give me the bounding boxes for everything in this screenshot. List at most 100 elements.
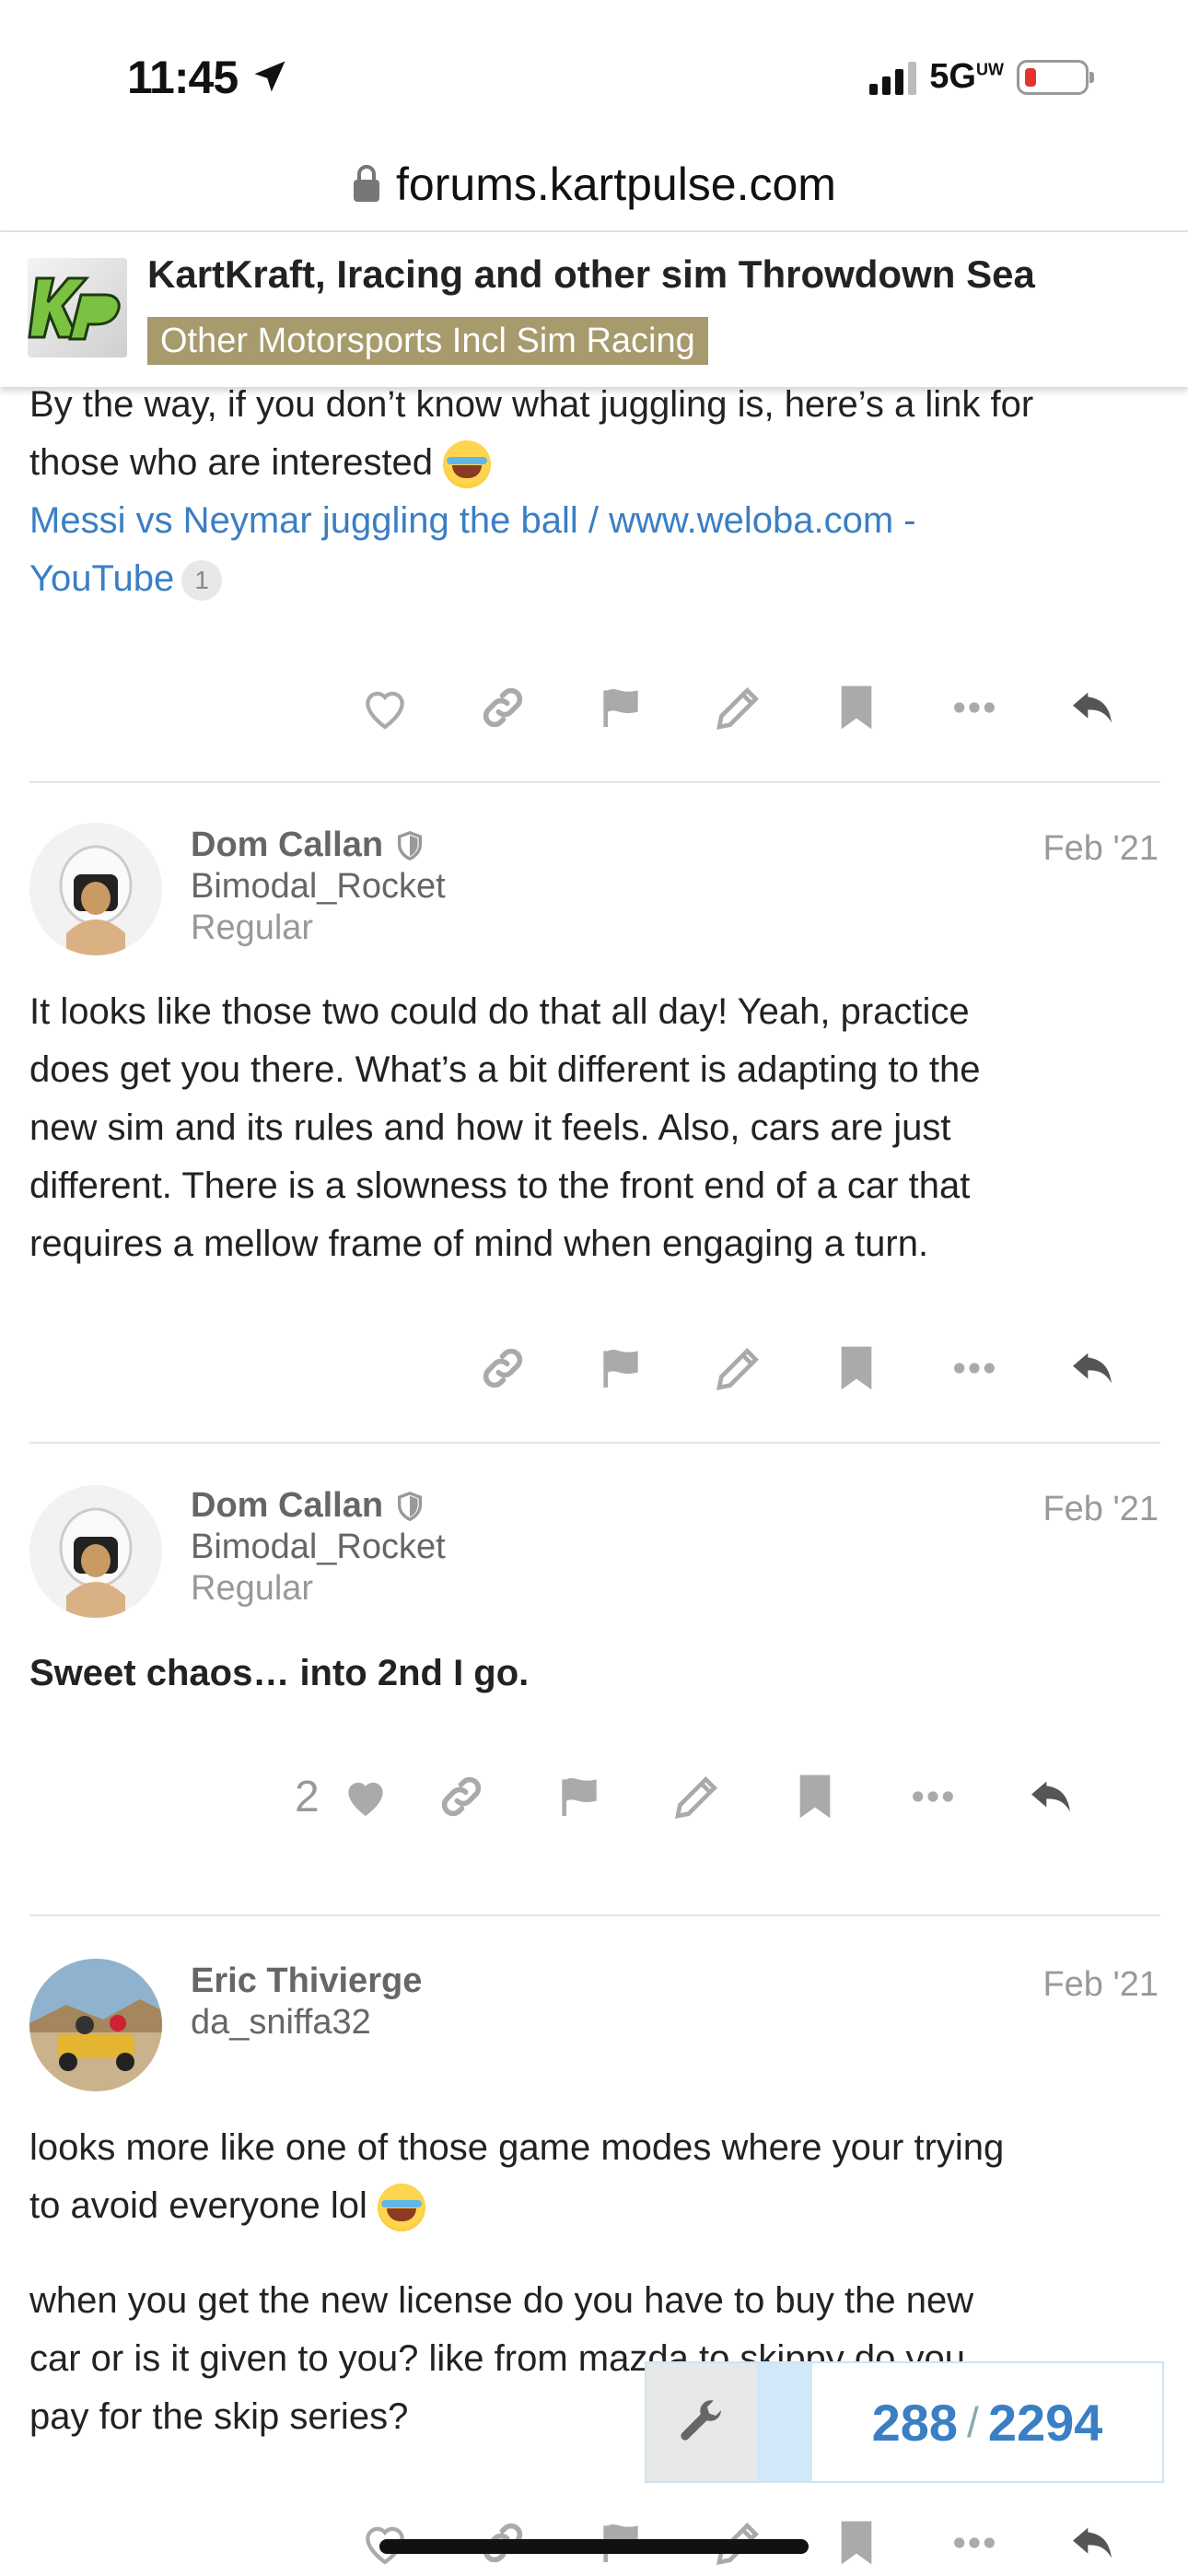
flag-icon <box>603 1349 638 1388</box>
like-button[interactable] <box>329 1760 402 1833</box>
edit-button[interactable] <box>680 1331 798 1405</box>
pencil-icon <box>716 687 759 730</box>
post-author[interactable]: Eric Thivierge <box>191 1961 422 2001</box>
reply-icon <box>1073 2527 1112 2558</box>
bookmark-button[interactable] <box>756 1760 874 1833</box>
bookmark-button[interactable] <box>798 671 915 744</box>
post-divider <box>29 781 1160 783</box>
reply-button[interactable] <box>1033 2510 1151 2576</box>
home-indicator[interactable] <box>379 2539 809 2554</box>
link-click-count: 1 <box>181 560 223 602</box>
post-body: It looks like those two could do that al… <box>29 983 1162 1273</box>
more-button[interactable] <box>874 1760 992 1833</box>
link-icon <box>441 1776 481 1817</box>
wrench-icon <box>681 2400 721 2441</box>
avatar[interactable] <box>29 1959 162 2091</box>
address-bar[interactable]: forums.kartpulse.com <box>0 138 1188 232</box>
post-text-line: different. There is a slowness to the fr… <box>29 1165 971 1206</box>
post-author[interactable]: Dom Callan <box>191 825 425 865</box>
more-button[interactable] <box>915 1331 1033 1405</box>
avatar[interactable] <box>29 823 162 955</box>
flag-icon <box>562 1777 597 1816</box>
progress-total: 2294 <box>987 2393 1103 2452</box>
post-actions <box>444 1331 1151 1405</box>
youtube-link-line2[interactable]: YouTube 1 <box>29 550 1162 608</box>
more-icon <box>954 1363 995 1374</box>
more-icon <box>912 1791 953 1802</box>
avatar-go-kart-icon <box>29 1959 162 2091</box>
heart-icon <box>348 1782 383 1816</box>
user-title: Regular <box>191 1569 314 1608</box>
category-badge[interactable]: Other Motorsports Incl Sim Racing <box>147 317 708 365</box>
shield-icon <box>398 1491 423 1521</box>
post-text-line: requires a mellow frame of mind when eng… <box>29 1224 929 1264</box>
post-text-line: those who are interested <box>29 434 1162 492</box>
post-text-line: It looks like those two could do that al… <box>29 991 970 1032</box>
avatar-dog-helmet-icon <box>29 823 162 955</box>
bookmark-icon <box>841 685 872 730</box>
status-time-text: 11:45 <box>127 52 239 103</box>
copy-link-button[interactable] <box>444 671 562 744</box>
signal-icon <box>869 60 917 95</box>
like-count[interactable]: 2 <box>295 1772 320 1822</box>
more-button[interactable] <box>915 671 1033 744</box>
post-text-line: to avoid everyone lol <box>29 2177 1162 2235</box>
youtube-link[interactable]: Messi vs Neymar juggling the ball / www.… <box>29 492 1162 550</box>
bookmark-icon <box>799 1774 831 1819</box>
like-button[interactable] <box>326 671 444 744</box>
post-text-line: does get you there. What’s a bit differe… <box>29 1049 981 1090</box>
site-logo[interactable] <box>28 258 127 357</box>
url-text: forums.kartpulse.com <box>396 158 836 210</box>
location-arrow-icon <box>254 61 285 92</box>
bookmark-button[interactable] <box>798 2510 915 2576</box>
post-date[interactable]: Feb '21 <box>1042 1490 1159 1529</box>
progress-counter[interactable]: 288 / 2294 <box>812 2363 1162 2481</box>
topic-title[interactable]: KartKraft, Iracing and other sim Throwdo… <box>147 252 1035 297</box>
heart-icon <box>366 691 404 730</box>
topic-progress[interactable]: 288 / 2294 <box>645 2361 1164 2483</box>
more-button[interactable] <box>915 2510 1033 2576</box>
progress-separator: / <box>967 2398 979 2446</box>
reply-button[interactable] <box>1033 671 1151 744</box>
post-divider <box>29 1914 1160 1916</box>
more-icon <box>954 2537 995 2548</box>
reply-icon <box>1031 1781 1070 1812</box>
copy-link-button[interactable] <box>402 1760 520 1833</box>
edit-button[interactable] <box>638 1760 756 1833</box>
copy-link-button[interactable] <box>444 1331 562 1405</box>
post-text-line: when you get the new license do you have… <box>29 2280 974 2321</box>
status-time: 11:45 <box>127 51 290 104</box>
pencil-icon <box>716 1348 759 1390</box>
post-date[interactable]: Feb '21 <box>1042 1965 1159 2005</box>
kartpulse-logo-icon <box>28 276 121 341</box>
topic-header: KartKraft, Iracing and other sim Throwdo… <box>0 232 1188 387</box>
post-actions: 2 <box>295 1760 1110 1833</box>
reply-button[interactable] <box>992 1760 1110 1833</box>
link-icon <box>483 687 523 728</box>
progress-fill <box>757 2363 812 2481</box>
post-text-line: looks more like one of those game modes … <box>29 2127 1005 2168</box>
progress-current: 288 <box>871 2393 959 2452</box>
admin-wrench-button[interactable] <box>646 2363 757 2481</box>
reply-icon <box>1073 692 1112 723</box>
bookmark-button[interactable] <box>798 1331 915 1405</box>
post-divider <box>29 1442 1160 1444</box>
flag-button[interactable] <box>520 1760 638 1833</box>
post-author[interactable]: Dom Callan <box>191 1486 425 1526</box>
edit-button[interactable] <box>680 671 798 744</box>
post-body: Sweet chaos… into 2nd I go. <box>29 1653 530 1693</box>
post-body: By the way, if you don’t know what juggl… <box>29 376 1162 608</box>
post-handle[interactable]: Bimodal_Rocket <box>191 1528 446 1567</box>
post-date[interactable]: Feb '21 <box>1042 829 1159 869</box>
post-handle[interactable]: Bimodal_Rocket <box>191 867 446 907</box>
pencil-icon <box>674 1776 717 1819</box>
bookmark-icon <box>841 1346 872 1390</box>
avatar[interactable] <box>29 1485 162 1618</box>
avatar-dog-helmet-icon <box>29 1485 162 1618</box>
shield-icon <box>398 830 423 861</box>
flag-button[interactable] <box>562 1331 680 1405</box>
reply-button[interactable] <box>1033 1331 1151 1405</box>
more-icon <box>954 702 995 713</box>
post-handle[interactable]: da_sniffa32 <box>191 2003 371 2043</box>
flag-button[interactable] <box>562 671 680 744</box>
